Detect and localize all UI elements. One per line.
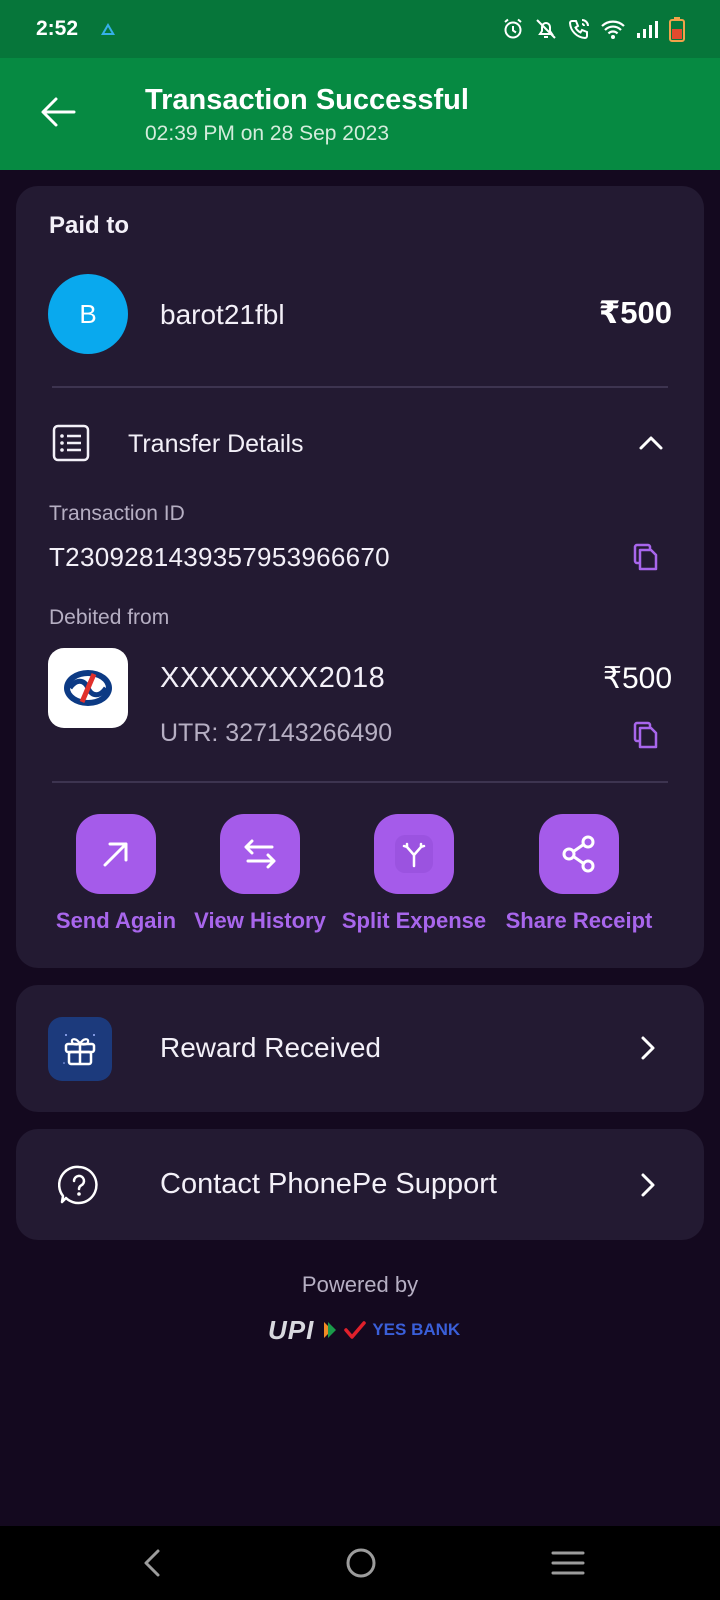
header: Transaction Successful 02:39 PM on 28 Se… xyxy=(0,58,720,170)
send-again-icon-button[interactable] xyxy=(76,814,156,894)
nav-recents-button[interactable] xyxy=(544,1540,592,1586)
split-icon xyxy=(395,835,433,873)
copy-icon[interactable] xyxy=(632,720,660,750)
battery-icon xyxy=(669,17,685,42)
help-circle-icon xyxy=(58,1165,98,1205)
upi-arrow-icon xyxy=(324,1322,337,1338)
debited-amount: ₹500 xyxy=(602,662,672,695)
avatar-initial: B xyxy=(79,298,97,329)
notification-warning-icon xyxy=(101,23,116,35)
back-button[interactable] xyxy=(30,84,86,140)
chevron-up-icon[interactable] xyxy=(636,428,666,458)
notifications-off-icon xyxy=(536,19,556,39)
send-again-button[interactable]: Send Again xyxy=(41,814,191,934)
nav-home-icon xyxy=(346,1548,376,1578)
page-title: Transaction Successful xyxy=(145,84,469,116)
divider xyxy=(52,386,668,388)
debited-from-label: Debited from xyxy=(49,606,170,629)
swap-arrows-icon xyxy=(244,839,276,869)
view-history-icon-button[interactable] xyxy=(220,814,300,894)
share-icon xyxy=(562,835,595,873)
transaction-card: Paid to B barot21fbl ₹500 Transfer Detai… xyxy=(16,186,704,968)
yes-bank-check-icon xyxy=(344,1321,367,1339)
share-receipt-label: Share Receipt xyxy=(505,908,653,933)
view-history-button[interactable]: View History xyxy=(185,814,335,934)
partner-logos: UPI YES BANK xyxy=(268,1314,460,1346)
chevron-right-icon xyxy=(641,1173,655,1197)
nav-back-button[interactable] xyxy=(128,1540,176,1586)
contact-support-label: Contact PhonePe Support xyxy=(160,1168,497,1200)
status-time: 2:52 xyxy=(36,17,79,40)
nav-back-icon xyxy=(144,1549,160,1577)
system-navigation-bar xyxy=(0,1526,720,1600)
payee-avatar: B xyxy=(48,274,128,354)
powered-by-label: Powered by xyxy=(301,1272,419,1297)
utr-number: UTR: 327143266490 xyxy=(160,719,393,747)
gift-icon xyxy=(63,1034,96,1066)
receipt-list-icon xyxy=(52,424,90,462)
upi-logo: UPI xyxy=(268,1314,315,1345)
yes-bank-logo: YES BANK xyxy=(372,1320,461,1339)
chevron-right-icon xyxy=(641,1036,655,1060)
send-again-label: Send Again xyxy=(55,908,177,933)
volte-call-icon xyxy=(568,19,589,40)
wifi-icon xyxy=(601,20,625,39)
divider xyxy=(52,781,668,783)
bank-logo xyxy=(48,648,128,728)
share-receipt-icon-button[interactable] xyxy=(539,814,619,894)
alarm-icon xyxy=(504,18,522,39)
share-receipt-button[interactable]: Share Receipt xyxy=(504,814,654,934)
nav-menu-icon xyxy=(551,1551,585,1575)
transaction-id: T2309281439357953966670 xyxy=(49,542,390,572)
arrow-left-icon xyxy=(41,97,76,127)
split-expense-button[interactable]: Split Expense xyxy=(339,814,489,934)
contact-support-row[interactable]: Contact PhonePe Support xyxy=(16,1129,704,1240)
cellular-signal-icon xyxy=(637,21,658,38)
split-expense-label: Split Expense xyxy=(341,908,487,933)
kotak-logo-icon xyxy=(64,670,112,706)
paid-to-label: Paid to xyxy=(49,212,130,239)
reward-received-row[interactable]: Reward Received xyxy=(16,985,704,1112)
reward-received-label: Reward Received xyxy=(160,1032,381,1063)
split-expense-icon-button[interactable] xyxy=(374,814,454,894)
view-history-label: View History xyxy=(194,908,326,933)
transaction-id-label: Transaction ID xyxy=(49,502,185,525)
payee-name: barot21fbl xyxy=(160,299,285,330)
status-bar: 2:52 xyxy=(0,0,720,58)
copy-icon[interactable] xyxy=(632,542,660,572)
transaction-timestamp: 02:39 PM on 28 Sep 2023 xyxy=(145,122,390,145)
arrow-up-right-icon xyxy=(103,842,128,867)
reward-icon-tile xyxy=(48,1017,112,1081)
paid-amount: ₹500 xyxy=(598,295,672,330)
debited-account-number: XXXXXXXX2018 xyxy=(160,662,386,694)
transfer-details-toggle[interactable]: Transfer Details xyxy=(128,430,304,459)
nav-home-button[interactable] xyxy=(337,1540,385,1586)
